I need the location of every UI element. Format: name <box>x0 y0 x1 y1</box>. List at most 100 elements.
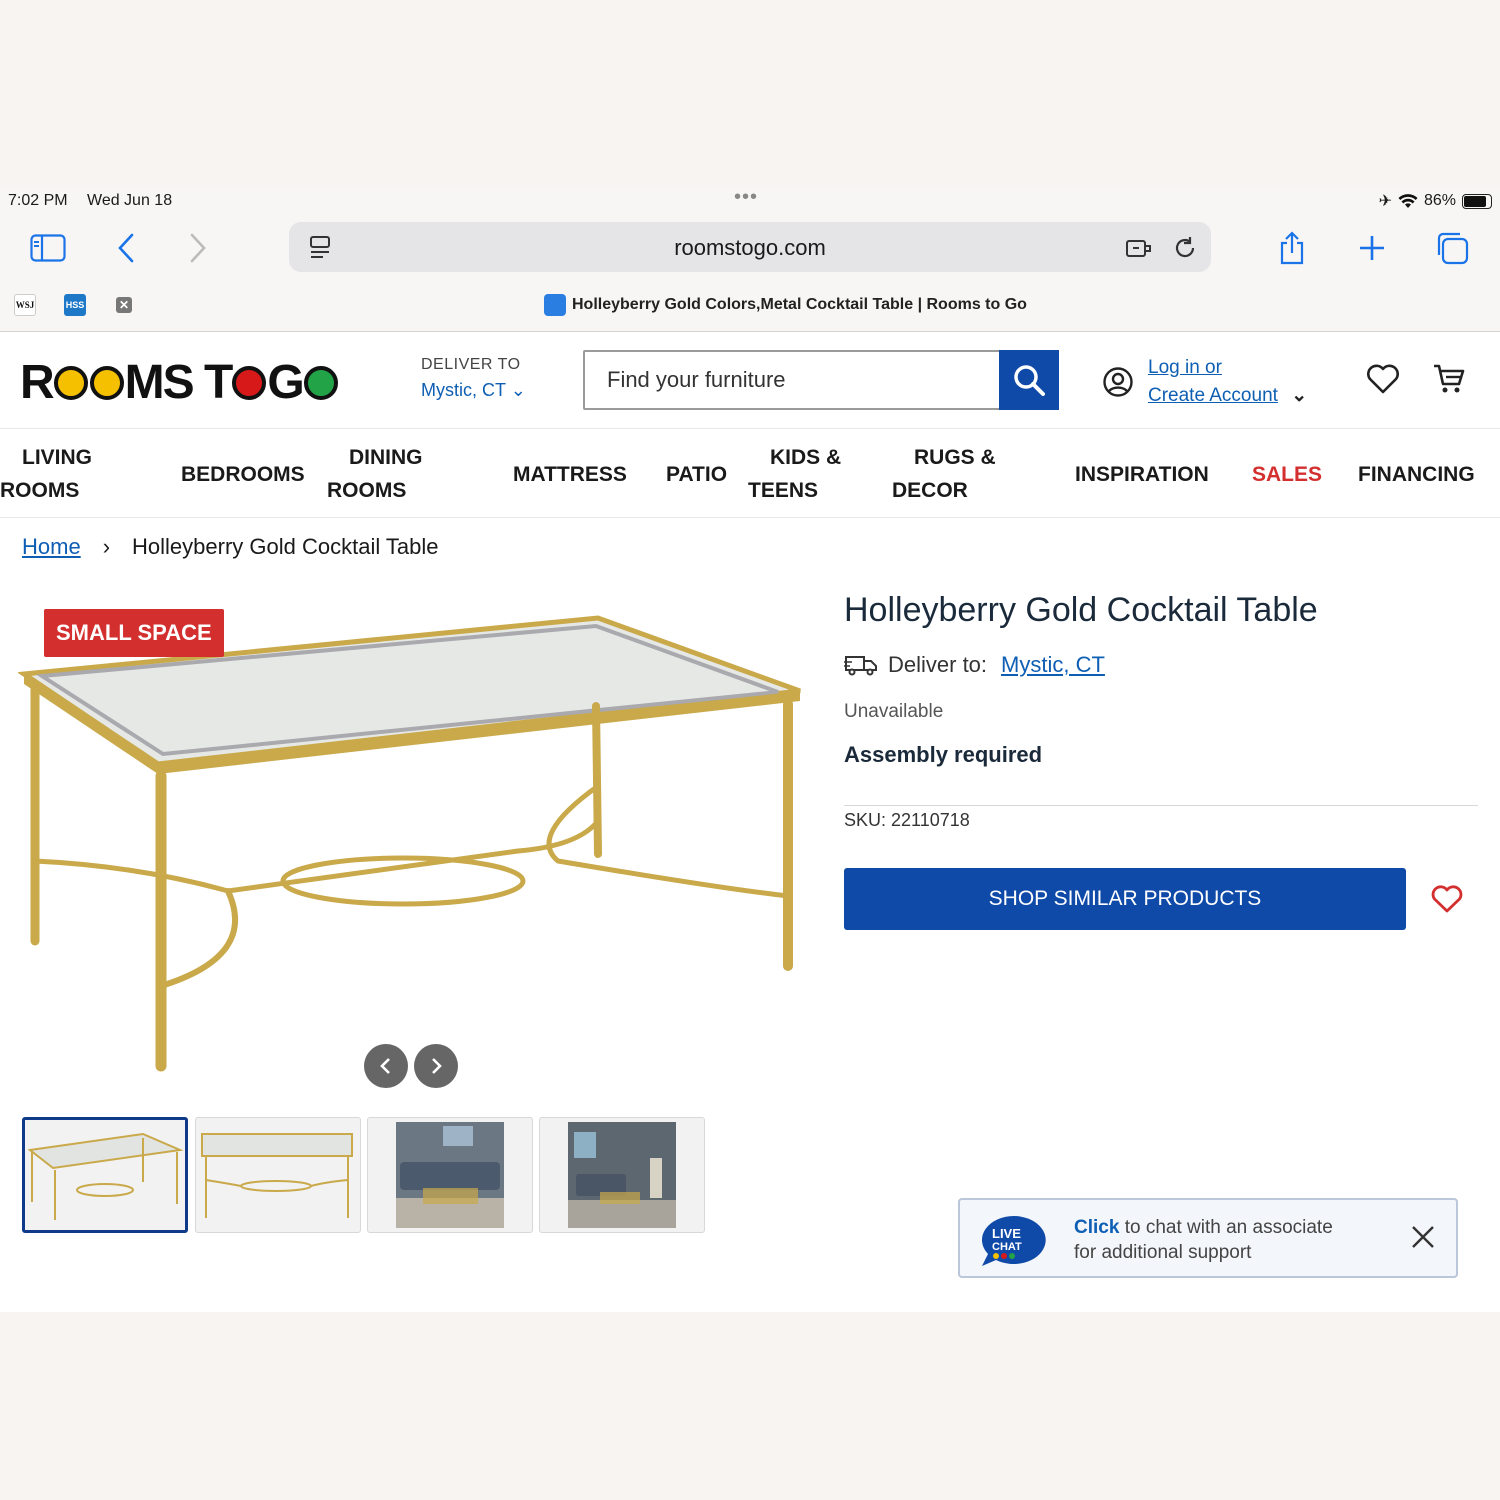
cart-icon[interactable] <box>1432 362 1466 396</box>
account-icon <box>1103 367 1133 397</box>
status-right: ✈ 86% <box>1379 191 1492 211</box>
site-header: R MS T G DELIVER TO Mystic, CT ⌄ Log in … <box>0 332 1500 428</box>
nav-bedrooms[interactable]: BEDROOMS <box>181 429 305 519</box>
chevron-down-icon: ⌄ <box>1291 385 1308 406</box>
breadcrumb-current: Holleyberry Gold Cocktail Table <box>132 534 439 559</box>
thumbnail-1[interactable] <box>22 1117 188 1233</box>
live-chat-icon-text: CHAT <box>992 1241 1022 1253</box>
nav-label: FINANCING <box>1358 462 1475 486</box>
address-bar[interactable]: roomstogo.com <box>289 222 1211 272</box>
battery-percent: 86% <box>1423 192 1456 209</box>
thumbnail-2[interactable] <box>195 1117 361 1233</box>
browser-window: 7:02 PM Wed Jun 18 ••• ✈ 86% roomstogo.c… <box>0 186 1500 1312</box>
chevron-down-icon: ⌄ <box>510 380 526 400</box>
assembly-note: Assembly required <box>844 742 1043 767</box>
reload-icon[interactable] <box>1171 234 1199 262</box>
breadcrumb-home-link[interactable]: Home <box>22 534 81 560</box>
nav-label-line2: ROOMS <box>327 479 407 502</box>
product-image[interactable] <box>18 596 808 1076</box>
account-menu[interactable]: Log in or Create Account ⌄ <box>1102 354 1307 410</box>
nav-living-rooms[interactable]: LIVING ROOMS <box>0 429 115 519</box>
pinned-tab-hss[interactable]: HSS <box>64 294 86 316</box>
thumbnail-table-image <box>27 1132 184 1220</box>
nav-label-line1: LIVING <box>22 446 93 469</box>
nav-label-line2: ROOMS <box>0 479 80 502</box>
deliver-to-selector[interactable]: DELIVER TO Mystic, CT ⌄ <box>421 356 526 401</box>
nav-label-line2: TEENS <box>748 479 819 502</box>
url-text: roomstogo.com <box>674 235 826 260</box>
share-icon[interactable] <box>1272 228 1312 268</box>
nav-dining-rooms[interactable]: DINING ROOMS <box>327 429 423 519</box>
thumbnail-room-wide-image <box>568 1122 676 1228</box>
nav-label: PATIO <box>666 462 728 486</box>
nav-label-line1: DINING <box>349 446 423 469</box>
nav-label-line1: KIDS & <box>770 446 842 469</box>
nav-label-line1: RUGS & <box>914 446 996 469</box>
logo-green-play-icon <box>303 365 338 400</box>
live-chat-text: Click to chat with an associate for addi… <box>1074 1215 1333 1265</box>
tab-title: Holleyberry Gold Colors,Metal Cocktail T… <box>572 296 1027 313</box>
search-icon <box>1014 365 1045 396</box>
chat-line1: to chat with an associate <box>1119 1217 1333 1238</box>
site-favicon-icon <box>544 294 566 316</box>
deliver-to-label: DELIVER TO <box>421 356 521 373</box>
logo-text-1: R <box>20 356 55 409</box>
nav-kids-teens[interactable]: KIDS & TEENS <box>748 429 841 519</box>
sku-text: SKU: 22110718 <box>844 810 970 830</box>
close-tab-icon[interactable]: ✕ <box>116 297 132 313</box>
chat-click-word[interactable]: Click <box>1074 1217 1119 1238</box>
deliver-city-link[interactable]: Mystic, CT <box>1001 652 1105 678</box>
nav-rugs-decor[interactable]: RUGS & DECOR <box>892 429 996 519</box>
search-button[interactable] <box>999 350 1059 410</box>
login-link[interactable]: Log in or <box>1148 357 1222 378</box>
tabs-overview-icon[interactable] <box>1432 228 1472 268</box>
logo-text-2: MS T <box>124 356 234 409</box>
deliver-location[interactable]: Mystic, CT ⌄ <box>421 380 526 401</box>
delivery-truck-icon <box>844 656 877 676</box>
extension-icon[interactable] <box>1125 234 1153 262</box>
prev-image-button[interactable] <box>364 1044 408 1088</box>
pinned-tab-wsj[interactable]: WSJ <box>14 294 36 316</box>
thumbnail-3[interactable] <box>367 1117 533 1233</box>
nav-label: BEDROOMS <box>181 462 305 486</box>
search-input[interactable] <box>585 352 1001 408</box>
thumbnail-4[interactable] <box>539 1117 705 1233</box>
active-tab[interactable]: Holleyberry Gold Colors,Metal Cocktail T… <box>544 294 1027 316</box>
back-icon[interactable] <box>106 228 146 268</box>
nav-label-line2: DECOR <box>892 479 968 502</box>
live-chat-banner[interactable]: LIVE CHAT Click to chat with an associate… <box>958 1198 1458 1278</box>
chat-line2: for additional support <box>1074 1242 1252 1263</box>
nav-patio[interactable]: PATIO <box>666 429 727 519</box>
nav-label: SALES <box>1252 462 1323 486</box>
create-account-link[interactable]: Create Account <box>1148 385 1278 406</box>
nav-label: INSPIRATION <box>1075 462 1209 486</box>
nav-sales[interactable]: SALES <box>1252 429 1322 519</box>
small-space-badge: SMALL SPACE <box>44 609 224 657</box>
chevron-left-icon <box>380 1058 390 1074</box>
nav-inspiration[interactable]: INSPIRATION <box>1075 429 1209 519</box>
live-chat-icon-text: LIVE <box>992 1226 1021 1241</box>
thumbnail-table-front-image <box>201 1133 353 1218</box>
breadcrumb: Home › Holleyberry Gold Cocktail Table <box>22 534 439 560</box>
product-title: Holleyberry Gold Cocktail Table <box>844 591 1318 629</box>
status-bar: 7:02 PM Wed Jun 18 ••• ✈ 86% <box>0 186 1500 218</box>
deliver-to-text: Deliver to: <box>888 652 988 677</box>
deliver-location-text: Mystic, CT <box>421 380 506 400</box>
shop-similar-button[interactable]: SHOP SIMILAR PRODUCTS <box>844 868 1406 930</box>
wishlist-heart-icon[interactable] <box>1366 362 1400 396</box>
airplane-icon: ✈ <box>1378 193 1392 210</box>
nav-financing[interactable]: FINANCING <box>1358 429 1475 519</box>
multitask-dots-icon[interactable]: ••• <box>734 186 758 209</box>
forward-icon[interactable] <box>178 228 218 268</box>
browser-toolbar: roomstogo.com <box>0 218 1500 280</box>
add-to-wishlist-heart-icon[interactable] <box>1430 882 1464 916</box>
rooms-to-go-logo[interactable]: R MS T G <box>20 355 339 410</box>
next-image-button[interactable] <box>414 1044 458 1088</box>
new-tab-icon[interactable] <box>1352 228 1392 268</box>
nav-mattress[interactable]: MATTRESS <box>513 429 627 519</box>
sidebar-icon[interactable] <box>28 228 68 268</box>
nav-label: MATTRESS <box>513 462 627 486</box>
battery-icon <box>1462 193 1492 209</box>
close-icon[interactable] <box>1410 1224 1436 1250</box>
logo-yellow-dot-icon <box>89 365 124 400</box>
